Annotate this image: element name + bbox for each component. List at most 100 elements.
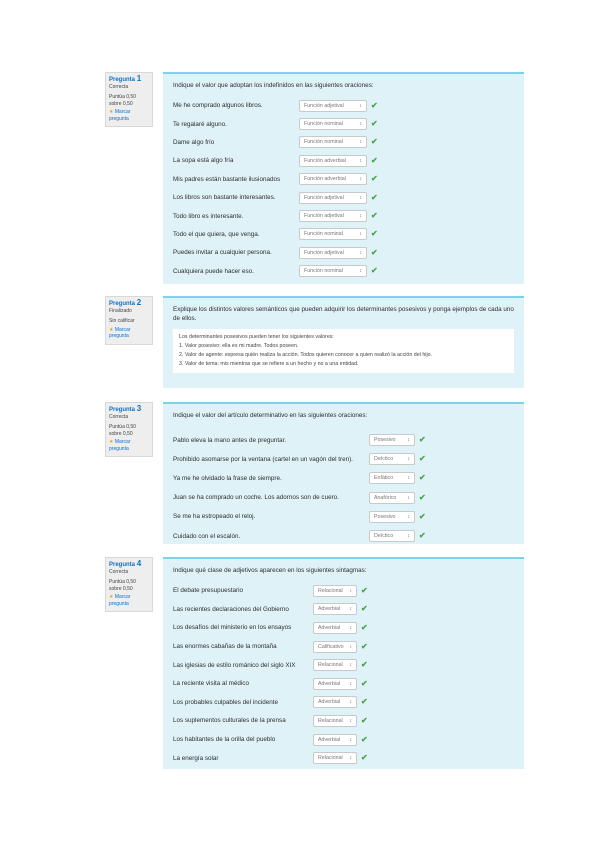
answer-select[interactable]: Posesivo ↕ (369, 434, 415, 447)
question-info-4: Pregunta 4 Correcta Puntúa 0,50 sobre 0,… (105, 557, 153, 612)
question-row: Mis padres están bastante ilusionados Fun… (173, 170, 514, 188)
check-icon: ✔ (371, 137, 378, 147)
answer-select[interactable]: Adverbial ↕ (313, 696, 357, 709)
dropdown-arrow-icon: ↕ (359, 194, 363, 201)
flag-question-link[interactable]: Marcar pregunta (109, 109, 149, 122)
check-icon: ✔ (371, 174, 378, 184)
answer-select[interactable]: Función adjetival ↕ (299, 191, 367, 204)
question-prompt: Indique el valor que adoptan los indefin… (173, 82, 374, 89)
answer-line: Los determinantes posesivos pueden tener… (179, 334, 334, 340)
question-score: Sin calificar (109, 318, 135, 324)
question-row: Las enormes cabañas de la montaña Calific… (173, 637, 514, 656)
answer-select-value: Anafórico (374, 494, 397, 501)
answer-select[interactable]: Función nominal ↕ (299, 136, 367, 149)
answer-select[interactable]: Anafórico ↕ (369, 491, 415, 504)
answer-select[interactable]: Deíctico ↕ (369, 530, 415, 543)
answer-line: 2. Valor de agente: expresa quién realiz… (179, 352, 433, 358)
question-row: Los libros son bastante interesantes. Fun… (173, 188, 514, 206)
answer-select[interactable]: Enfático ↕ (369, 472, 415, 485)
row-label: Me he comprado algunos libros. (173, 102, 263, 110)
answer-select-value: Adverbial (318, 736, 341, 743)
answer-select[interactable]: Adverbial ↕ (313, 603, 357, 616)
dropdown-arrow-icon: ↕ (359, 157, 363, 164)
dropdown-arrow-icon: ↕ (407, 533, 411, 540)
check-icon: ✔ (371, 247, 378, 257)
question-row: Ya me he olvidado la frase de siempre. En… (173, 469, 514, 488)
answer-select-value: Función nominal (304, 139, 343, 146)
dropdown-arrow-icon: ↕ (349, 680, 353, 687)
row-label: Dame algo frío (173, 138, 215, 146)
dropdown-arrow-icon: ↕ (349, 717, 353, 724)
check-icon: ✔ (371, 155, 378, 165)
question-row: La sopa está algo fría Función adverbial ↕… (173, 152, 514, 170)
question-content: Indique el valor que adoptan los indefin… (163, 72, 524, 284)
dropdown-arrow-icon: ↕ (359, 139, 363, 146)
answer-select[interactable]: Función adverbial ↕ (299, 173, 367, 186)
question-info-1: Pregunta 1 Correcta Puntúa 0,50 sobre 0,… (105, 72, 153, 127)
answer-select[interactable]: Deíctico ↕ (369, 453, 415, 466)
dropdown-arrow-icon: ↕ (349, 736, 353, 743)
question-row: Pablo eleva la mano antes de preguntar. P… (173, 431, 514, 450)
question-row: Cuidado con el escalón. Deíctico ↕ ✔ (173, 526, 514, 545)
question-row: Los suplementos culturales de la prensa R… (173, 712, 514, 731)
question-row: Las iglesias de estilo románico del sigl… (173, 656, 514, 675)
answer-select[interactable]: Función nominal ↕ (299, 228, 367, 241)
question-number: Pregunta 2 (109, 298, 142, 308)
check-icon: ✔ (419, 435, 426, 445)
answer-select[interactable]: Función nominal ↕ (299, 265, 367, 278)
question-row: Dame algo frío Función nominal ↕ ✔ (173, 133, 514, 151)
answer-select-value: Deíctico (374, 533, 394, 540)
flag-question-link[interactable]: Marcar pregunta (109, 594, 149, 607)
answer-select[interactable]: Calificativo ↕ (313, 640, 357, 653)
answer-select[interactable]: Posesivo ↕ (369, 510, 415, 523)
answer-select[interactable]: Relacional ↕ (313, 714, 357, 727)
essay-answer[interactable]: Los determinantes posesivos pueden tener… (173, 329, 514, 373)
dropdown-arrow-icon: ↕ (349, 587, 353, 594)
question-row: Me he comprado algunos libros. Función ad… (173, 97, 514, 115)
answer-select[interactable]: Adverbial ↕ (313, 677, 357, 690)
row-label: Cuidado con el escalón. (173, 532, 241, 540)
question-2: Pregunta 2 Finalizado Sin calificar Marc… (105, 296, 524, 388)
row-label: El debate presupuestario (173, 587, 244, 595)
answer-select-value: Función nominal (304, 121, 343, 128)
question-content: Indique qué clase de adjetivos aparecen … (163, 557, 524, 769)
check-icon: ✔ (371, 229, 378, 239)
question-prompt: Indique el valor del artículo determinat… (173, 412, 368, 419)
row-label: Juan se ha comprado un coche. Los adorno… (173, 494, 339, 502)
answer-select[interactable]: Relacional ↕ (313, 659, 357, 672)
answer-select[interactable]: Función adjetival ↕ (299, 99, 367, 112)
flag-question-link[interactable]: Marcar pregunta (109, 439, 149, 452)
row-label: La energía solar (173, 754, 219, 762)
answer-select-value: Adverbial (318, 680, 341, 687)
row-label: Puedes invitar a cualquier persona. (173, 249, 272, 257)
question-row: Juan se ha comprado un coche. Los adorno… (173, 488, 514, 507)
dropdown-arrow-icon: ↕ (359, 102, 363, 109)
dropdown-arrow-icon: ↕ (359, 268, 363, 275)
check-icon: ✔ (361, 585, 368, 595)
answer-select[interactable]: Función adjetival ↕ (299, 210, 367, 223)
question-content: Indique el valor del artículo determinat… (163, 402, 524, 544)
row-label: Prohibido asomarse por la ventana (carte… (173, 455, 353, 463)
question-row: Puedes invitar a cualquier persona. Funci… (173, 244, 514, 262)
check-icon: ✔ (371, 211, 378, 221)
answer-select[interactable]: Adverbial ↕ (313, 621, 357, 634)
check-icon: ✔ (361, 622, 368, 632)
answer-select[interactable]: Función adjetival ↕ (299, 246, 367, 259)
flag-question-link[interactable]: Marcar pregunta (109, 327, 149, 340)
answer-select[interactable]: Relacional ↕ (313, 752, 357, 765)
answer-select-value: Función nominal (304, 231, 343, 238)
dropdown-arrow-icon: ↕ (349, 624, 353, 631)
answer-select[interactable]: Función nominal ↕ (299, 118, 367, 131)
answer-select[interactable]: Función adverbial ↕ (299, 154, 367, 167)
check-icon: ✔ (361, 697, 368, 707)
row-label: Se me ha estropeado el reloj. (173, 513, 256, 521)
row-label: Cualquiera puede hacer eso. (173, 267, 254, 275)
question-row: Los habitantes de la orilla del pueblo Ad… (173, 730, 514, 749)
dropdown-arrow-icon: ↕ (359, 176, 363, 183)
answer-select[interactable]: Adverbial ↕ (313, 733, 357, 746)
question-info-2: Pregunta 2 Finalizado Sin calificar Marc… (105, 296, 153, 345)
answer-line: 1. Valor posesivo: ella es mi madre. Tod… (179, 343, 299, 349)
row-label: Ya me he olvidado la frase de siempre. (173, 474, 282, 482)
answer-select[interactable]: Relacional ↕ (313, 584, 357, 597)
dropdown-arrow-icon: ↕ (349, 643, 353, 650)
